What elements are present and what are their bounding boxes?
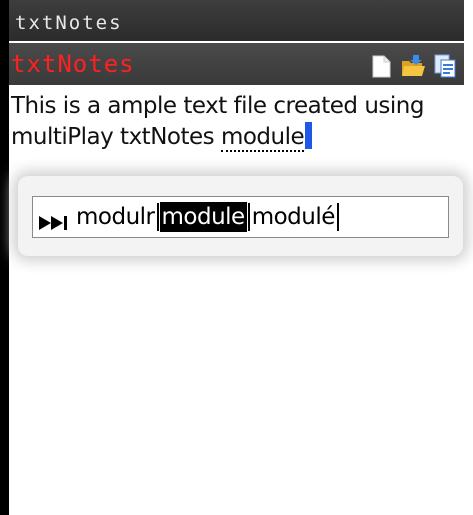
- suggestion-item-selected[interactable]: module: [159, 202, 247, 232]
- app-title: txtNotes: [11, 50, 135, 78]
- current-word: module: [220, 124, 305, 152]
- editor-line-1: This is a ample text file created using: [11, 93, 424, 119]
- status-bar-title: txtNotes: [15, 12, 123, 34]
- new-file-icon[interactable]: [368, 53, 394, 79]
- toolbar: [368, 53, 458, 79]
- suggestion-divider: [247, 203, 250, 231]
- fast-forward-icon[interactable]: [39, 210, 73, 230]
- editor-line-2-text: multiPlay txtNotes: [11, 124, 221, 150]
- save-file-icon[interactable]: [432, 53, 458, 79]
- app-header: txtNotes: [9, 43, 464, 85]
- text-editor[interactable]: This is a ample text file created using …: [9, 87, 464, 515]
- suggestion-bar: modulr module modulé: [32, 196, 449, 238]
- open-folder-icon[interactable]: [400, 53, 426, 79]
- suggestion-item[interactable]: modulé: [251, 202, 336, 232]
- screen-left-border: [0, 0, 9, 515]
- text-caret: [305, 122, 313, 149]
- suggestion-divider: [336, 203, 339, 231]
- suggestion-item[interactable]: modulr: [75, 202, 156, 232]
- editor-line-2: multiPlay txtNotes module: [11, 122, 462, 153]
- system-status-bar: txtNotes: [9, 0, 464, 41]
- suggestion-divider: [156, 203, 159, 231]
- phone-screen: txtNotes txtNotes This is a ample text f…: [0, 0, 473, 515]
